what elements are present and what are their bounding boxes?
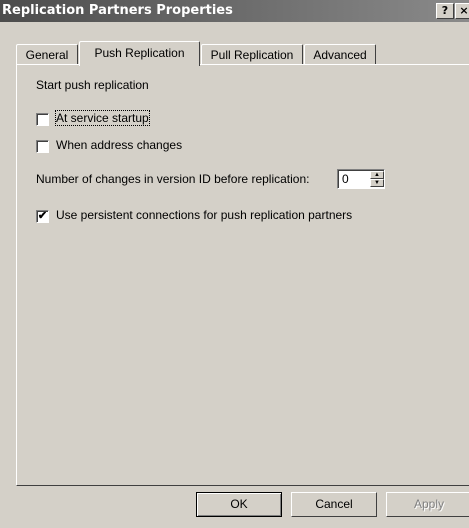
start-push-label: Start push replication [36,78,149,92]
changes-count-spinner[interactable]: 0 ▲ ▼ [337,169,385,189]
tab-pull-replication[interactable]: Pull Replication [201,44,303,65]
changes-count-value[interactable]: 0 [342,172,349,186]
persistent-connections-checkbox[interactable]: ✔ [36,210,49,223]
spin-down-arrow-icon[interactable]: ▼ [370,179,384,187]
spin-up-arrow-icon[interactable]: ▲ [370,171,384,179]
close-button[interactable]: × [455,3,469,19]
title-bar: Replication Partners Properties ? × [0,0,469,22]
tab-push-replication[interactable]: Push Replication [79,41,200,66]
at-service-startup-label[interactable]: At service startup [55,110,150,126]
changes-count-label: Number of changes in version ID before r… [36,172,310,186]
persistent-connections-label[interactable]: Use persistent connections for push repl… [56,208,352,222]
tab-advanced[interactable]: Advanced [304,44,376,65]
cancel-button[interactable]: Cancel [291,492,377,517]
help-button[interactable]: ? [436,3,454,19]
tab-panel [16,64,469,486]
window-title: Replication Partners Properties [2,3,233,18]
when-address-changes-label[interactable]: When address changes [56,138,182,152]
ok-button[interactable]: OK [196,492,282,517]
when-address-changes-checkbox[interactable] [36,140,49,153]
tab-general[interactable]: General [16,44,78,65]
at-service-startup-checkbox[interactable] [36,113,49,126]
apply-button[interactable]: Apply [386,492,469,517]
